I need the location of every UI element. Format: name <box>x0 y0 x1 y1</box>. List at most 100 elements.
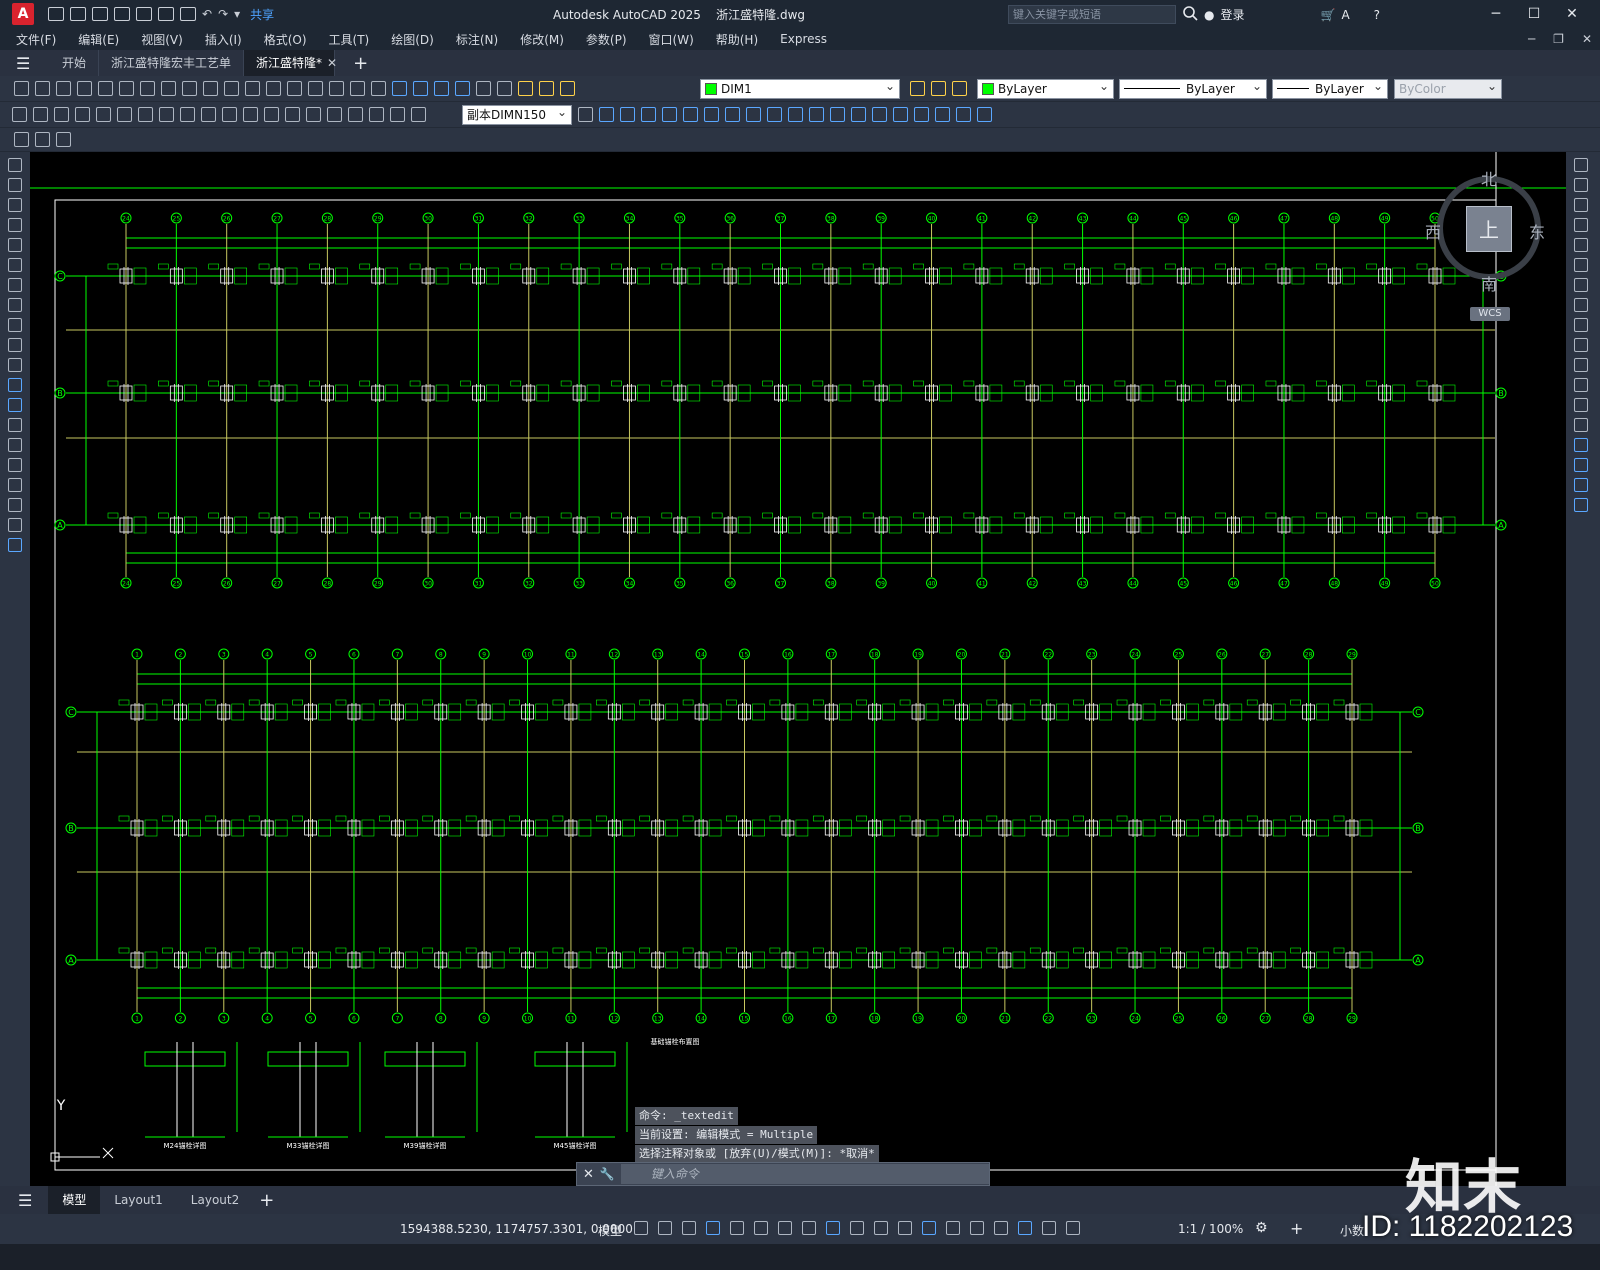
tab-layout2[interactable]: Layout2 <box>177 1186 253 1214</box>
plot-icon[interactable] <box>180 7 196 21</box>
add-selected-icon[interactable] <box>8 538 22 552</box>
infer-icon[interactable] <box>682 1221 696 1235</box>
lineweight-dropdown[interactable]: ByLayer <box>1272 77 1388 99</box>
snap-icon[interactable] <box>658 1221 672 1235</box>
zoom-realtime-icon[interactable] <box>329 81 344 96</box>
annotation-scale-dropdown[interactable]: 1:1 / 100% <box>1178 1222 1243 1236</box>
design-center-icon[interactable] <box>413 81 428 96</box>
zoom-previous-icon[interactable] <box>371 81 386 96</box>
grid-icon[interactable] <box>634 1221 648 1235</box>
doc-restore-icon[interactable]: ❐ <box>1553 32 1564 46</box>
dim-text-edit-icon[interactable] <box>390 107 405 122</box>
maximize-icon[interactable]: ☐ <box>1524 4 1544 24</box>
break-icon[interactable] <box>809 107 824 122</box>
ellipse-icon[interactable] <box>8 338 22 352</box>
region-icon[interactable] <box>8 478 22 492</box>
insert-block-icon[interactable] <box>14 132 29 147</box>
tab-start[interactable]: 开始 <box>50 50 100 76</box>
cart-icon[interactable]: 🛒 <box>1321 8 1336 22</box>
copy-icon[interactable] <box>182 81 197 96</box>
help-icon[interactable]: ? <box>1374 8 1380 22</box>
dimstyle-dropdown[interactable]: 副本DIMN150 <box>462 103 572 125</box>
share-button[interactable]: 共享 <box>250 6 274 23</box>
scale-icon[interactable] <box>725 107 740 122</box>
explode-icon[interactable] <box>1574 498 1588 512</box>
scale-icon[interactable] <box>1574 298 1588 312</box>
join-icon[interactable] <box>1574 418 1588 432</box>
object-snap-tracking-icon[interactable] <box>802 1221 816 1235</box>
qnew-icon[interactable] <box>14 81 29 96</box>
dim-update-icon[interactable] <box>411 107 426 122</box>
offset-icon[interactable] <box>1574 218 1588 232</box>
dim-linear-icon[interactable] <box>12 107 27 122</box>
break-at-point-icon[interactable] <box>1574 378 1588 392</box>
extend-icon[interactable] <box>1574 358 1588 372</box>
mirror-icon[interactable] <box>1574 198 1588 212</box>
open-icon[interactable] <box>35 81 50 96</box>
circle-icon[interactable] <box>8 278 22 292</box>
redo-icon[interactable] <box>287 81 302 96</box>
dim-edit-icon[interactable] <box>369 107 384 122</box>
linetype-dropdown[interactable]: ByLayer <box>1119 77 1267 99</box>
layer-previous-icon[interactable] <box>931 81 946 96</box>
menu-express[interactable]: Express <box>780 32 827 46</box>
layer-match-icon[interactable] <box>952 81 967 96</box>
make-block-icon[interactable] <box>8 398 22 412</box>
properties-icon[interactable] <box>392 81 407 96</box>
quick-dim-icon[interactable] <box>180 107 195 122</box>
polar-icon[interactable] <box>754 1221 768 1235</box>
preview-icon[interactable] <box>98 81 113 96</box>
gradient-icon[interactable] <box>8 458 22 472</box>
undo-icon[interactable] <box>266 81 281 96</box>
attach-icon[interactable] <box>35 132 50 147</box>
isodraft-icon[interactable] <box>778 1221 792 1235</box>
menu-parametric[interactable]: 参数(P) <box>586 31 627 48</box>
menu-window[interactable]: 窗口(W) <box>649 31 694 48</box>
jogged-linear-icon[interactable] <box>348 107 363 122</box>
hatch-icon[interactable] <box>56 132 71 147</box>
dynamic-input-icon[interactable] <box>706 1221 720 1235</box>
insert-block-icon[interactable] <box>8 378 22 392</box>
dim-arc-icon[interactable] <box>54 107 69 122</box>
ungroup-icon[interactable] <box>956 107 971 122</box>
polygon-icon[interactable] <box>8 218 22 232</box>
dim-diameter-icon[interactable] <box>138 107 153 122</box>
customize-qat-icon[interactable]: ▾ <box>234 7 240 21</box>
autocad-logo-icon[interactable]: A <box>12 3 34 25</box>
lineweight-icon[interactable] <box>850 1221 864 1235</box>
doc-minimize-icon[interactable]: ─ <box>1528 32 1535 46</box>
command-close-icon[interactable]: ✕ <box>583 1167 594 1182</box>
menu-file[interactable]: 文件(F) <box>16 31 56 48</box>
dim-continue-icon[interactable] <box>222 107 237 122</box>
trim-icon[interactable] <box>767 107 782 122</box>
rotate-icon[interactable] <box>704 107 719 122</box>
dim-jogged-icon[interactable] <box>117 107 132 122</box>
annotation-monitor-icon[interactable]: + <box>1290 1219 1303 1238</box>
menu-help[interactable]: 帮助(H) <box>716 31 758 48</box>
dim-ordinate-icon[interactable] <box>75 107 90 122</box>
mirror-icon[interactable] <box>620 107 635 122</box>
user-icon[interactable]: ● <box>1204 8 1214 22</box>
wcs-menu[interactable]: WCS <box>1470 307 1510 321</box>
rotate-icon[interactable] <box>1574 278 1588 292</box>
pdf-icon[interactable] <box>140 81 155 96</box>
open-file-icon[interactable] <box>70 7 86 21</box>
menu-view[interactable]: 视图(V) <box>141 31 183 48</box>
tab-shengtelong[interactable]: 浙江盛特隆* <box>244 50 336 76</box>
command-input[interactable]: 键入命令 <box>620 1164 989 1184</box>
break-icon[interactable] <box>1574 398 1588 412</box>
fillet-icon[interactable] <box>872 107 887 122</box>
viewcube-south[interactable]: 南 <box>1481 271 1497 295</box>
search-icon[interactable] <box>1182 5 1198 21</box>
login-button[interactable]: 登录 <box>1220 6 1244 23</box>
line-icon[interactable] <box>8 158 22 172</box>
tab-close-icon[interactable]: ✕ <box>327 56 337 70</box>
workspace-gear-icon[interactable]: ⚙ <box>1255 1220 1268 1236</box>
explode-icon[interactable] <box>893 107 908 122</box>
chamfer-icon[interactable] <box>1574 438 1588 452</box>
dim-angular-icon[interactable] <box>159 107 174 122</box>
menu-modify[interactable]: 修改(M) <box>520 31 564 48</box>
dim-break-icon[interactable] <box>264 107 279 122</box>
object-snap-icon[interactable] <box>826 1221 840 1235</box>
join-icon[interactable] <box>830 107 845 122</box>
